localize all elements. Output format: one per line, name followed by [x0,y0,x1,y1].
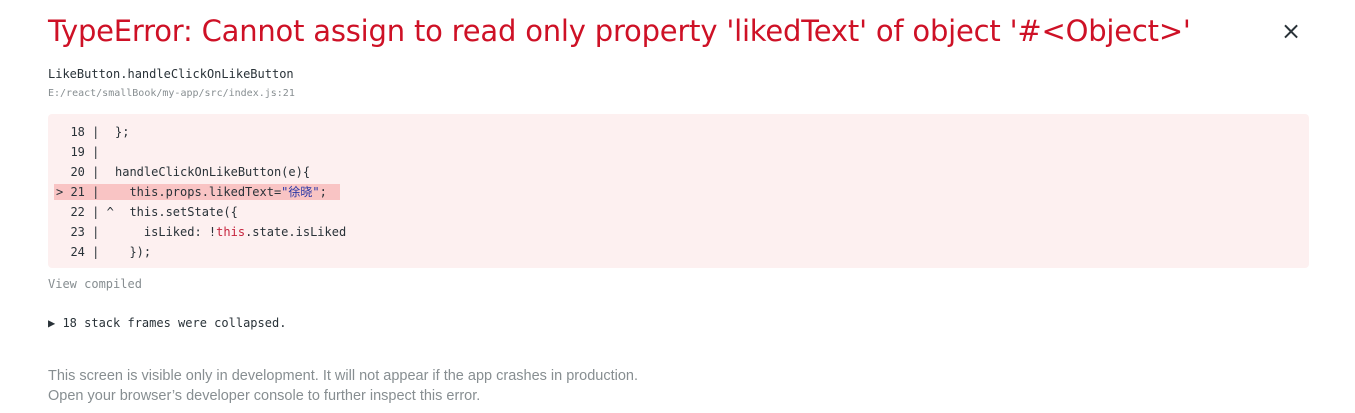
line-gutter: 24 | [56,245,100,259]
line-gutter: 19 | [56,145,100,159]
line-source: this.setState({ [115,205,238,219]
footer-note: This screen is visible only in developme… [48,366,638,406]
line-source: isLiked: !this.state.isLiked [115,222,346,242]
error-title: TypeError: Cannot assign to read only pr… [48,14,1191,48]
line-source: }; [115,125,130,139]
code-line: 18 | }; [48,122,1309,142]
code-line: 19 | [48,142,1309,162]
footer-line: This screen is visible only in developme… [48,368,638,384]
stack-frame-function: LikeButton.handleClickOnLikeButton [48,67,294,81]
code-keyword: this [216,225,246,239]
stack-frame-file: E:/react/smallBook/my-app/src/index.js:2… [48,88,295,99]
code-line: 23 | isLiked: !this.state.isLiked [48,222,1309,242]
line-gutter: 22 | ^ [56,205,114,219]
line-gutter: 18 | [56,125,100,139]
close-button[interactable]: × [1278,17,1304,45]
code-text: isLiked: ! [115,225,217,239]
code-string: "徐晓" [281,185,320,199]
code-line: 20 | handleClickOnLikeButton(e){ [48,162,1309,182]
footer-line: Open your browser’s developer console to… [48,388,481,404]
line-gutter: 23 | [56,225,100,239]
code-text: .state.isLiked [245,225,347,239]
collapsed-frames-toggle[interactable]: ▶ 18 stack frames were collapsed. [48,316,286,330]
code-text: ; [319,185,327,199]
line-gutter: > 21 | [56,185,100,199]
view-compiled-link[interactable]: View compiled [48,277,142,291]
line-source: handleClickOnLikeButton(e){ [115,165,311,179]
code-line: 22 | ^ this.setState({ [48,202,1309,222]
close-icon: × [1280,17,1302,45]
line-source: this.props.likedText="徐晓"; [115,182,327,202]
code-text: this.props.likedText= [115,185,282,199]
line-source: }); [115,245,152,259]
line-gutter: 20 | [56,165,100,179]
code-snippet: 18 | }; 19 | 20 | handleClickOnLikeButto… [48,114,1309,268]
code-line-error: > 21 | this.props.likedText="徐晓"; [48,182,1309,202]
code-line: 24 | }); [48,242,1309,262]
